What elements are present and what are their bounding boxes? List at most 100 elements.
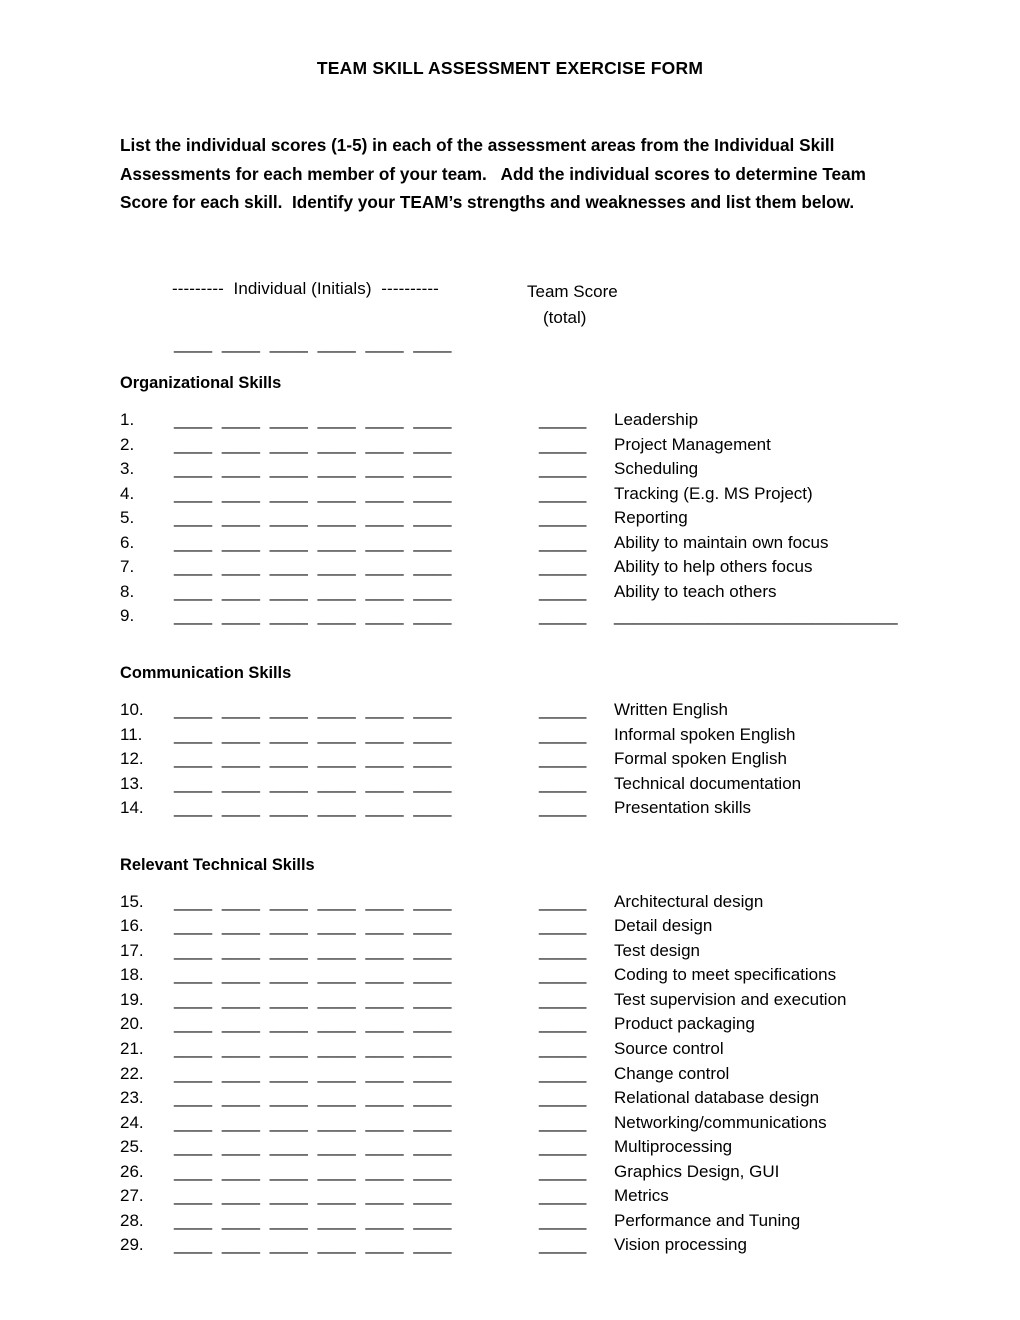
skill-row: 3. ____ ____ ____ ____ ____ ____ _____ Sche… (0, 459, 1020, 484)
skill-label: Change control (614, 1063, 730, 1083)
team-score-blank[interactable]: _____ (539, 1039, 586, 1059)
row-number: 3. (120, 459, 135, 479)
team-score-blank[interactable]: _____ (539, 1014, 586, 1034)
initials-entry-blanks[interactable]: ____ ____ ____ ____ ____ ____ (174, 334, 452, 354)
skill-label: Presentation skills (614, 798, 752, 818)
individual-score-blanks[interactable]: ____ ____ ____ ____ ____ ____ (174, 941, 452, 961)
individual-score-blanks[interactable]: ____ ____ ____ ____ ____ ____ (174, 1162, 452, 1182)
individual-score-blanks[interactable]: ____ ____ ____ ____ ____ ____ (174, 410, 452, 430)
skill-label: Technical documentation (614, 773, 802, 793)
row-number: 8. (120, 581, 135, 601)
individual-score-blanks[interactable]: ____ ____ ____ ____ ____ ____ (174, 1064, 452, 1084)
team-score-blank[interactable]: _____ (539, 774, 586, 794)
individual-score-blanks[interactable]: ____ ____ ____ ____ ____ ____ (174, 965, 452, 985)
team-score-blank[interactable]: _____ (539, 941, 586, 961)
individual-score-blanks[interactable]: ____ ____ ____ ____ ____ ____ (174, 557, 452, 577)
skill-label: Ability to help others focus (614, 557, 813, 577)
individual-score-blanks[interactable]: ____ ____ ____ ____ ____ ____ (174, 916, 452, 936)
team-score-blank[interactable]: _____ (539, 484, 586, 504)
team-score-blank[interactable]: _____ (539, 700, 586, 720)
individual-score-blanks[interactable]: ____ ____ ____ ____ ____ ____ (174, 700, 452, 720)
individual-score-blanks[interactable]: ____ ____ ____ ____ ____ ____ (174, 1235, 452, 1255)
individual-score-blanks[interactable]: ____ ____ ____ ____ ____ ____ (174, 582, 452, 602)
team-score-blank[interactable]: _____ (539, 1137, 586, 1157)
team-score-blank[interactable]: _____ (539, 1064, 586, 1084)
team-score-blank[interactable]: _____ (539, 508, 586, 528)
row-number: 10. (120, 699, 144, 719)
team-score-blank[interactable]: _____ (539, 1186, 586, 1206)
skill-row: 24. ____ ____ ____ ____ ____ ____ _____ Net… (0, 1113, 1020, 1138)
individual-score-blanks[interactable]: ____ ____ ____ ____ ____ ____ (174, 1113, 452, 1133)
team-score-blank[interactable]: _____ (539, 990, 586, 1010)
individual-score-blanks[interactable]: ____ ____ ____ ____ ____ ____ (174, 1088, 452, 1108)
individual-score-blanks[interactable]: ____ ____ ____ ____ ____ ____ (174, 533, 452, 553)
individual-score-blanks[interactable]: ____ ____ ____ ____ ____ ____ (174, 892, 452, 912)
individual-score-blanks[interactable]: ____ ____ ____ ____ ____ ____ (174, 774, 452, 794)
team-score-blank[interactable]: _____ (539, 410, 586, 430)
skill-row: 4. ____ ____ ____ ____ ____ ____ _____ Trac… (0, 484, 1020, 509)
team-score-blank[interactable]: _____ (539, 1088, 586, 1108)
individual-score-blanks[interactable]: ____ ____ ____ ____ ____ ____ (174, 725, 452, 745)
row-number: 12. (120, 749, 144, 769)
individual-score-blanks[interactable]: ____ ____ ____ ____ ____ ____ (174, 1137, 452, 1157)
row-number: 21. (120, 1039, 144, 1058)
individual-score-blanks[interactable]: ____ ____ ____ ____ ____ ____ (174, 990, 452, 1010)
skill-label: Ability to maintain own focus (614, 532, 829, 552)
skill-row: 19. ____ ____ ____ ____ ____ ____ _____ Tes… (0, 990, 1020, 1015)
team-score-blank[interactable]: _____ (539, 798, 586, 818)
row-number: 16. (120, 916, 144, 936)
skill-label: Architectural design (614, 891, 764, 911)
individual-score-blanks[interactable]: ____ ____ ____ ____ ____ ____ (174, 435, 452, 455)
individual-score-blanks[interactable]: ____ ____ ____ ____ ____ ____ (174, 749, 452, 769)
skill-row: 5. ____ ____ ____ ____ ____ ____ _____ Repo… (0, 508, 1020, 533)
row-number: 9. (120, 606, 135, 626)
team-score-header-line2: (total) (543, 308, 587, 327)
skill-row: 7. ____ ____ ____ ____ ____ ____ _____ Abil… (0, 557, 1020, 582)
row-number: 23. (120, 1088, 144, 1108)
skill-row: 10. ____ ____ ____ ____ ____ ____ _____ Wri… (0, 700, 1020, 725)
team-score-blank[interactable]: _____ (539, 606, 586, 626)
skill-row: 12. ____ ____ ____ ____ ____ ____ _____ For… (0, 749, 1020, 774)
row-number: 4. (120, 483, 135, 503)
team-score-blank[interactable]: _____ (539, 459, 586, 479)
team-score-blank[interactable]: _____ (539, 582, 586, 602)
individual-score-blanks[interactable]: ____ ____ ____ ____ ____ ____ (174, 1014, 452, 1034)
document-page: TEAM SKILL ASSESSMENT EXERCISE FORM List… (0, 0, 1020, 1320)
skill-row: 20. ____ ____ ____ ____ ____ ____ _____ Pro… (0, 1014, 1020, 1039)
team-score-blank[interactable]: _____ (539, 1162, 586, 1182)
skill-label: Ability to teach others (614, 581, 777, 601)
team-score-blank[interactable]: _____ (539, 749, 586, 769)
individual-score-blanks[interactable]: ____ ____ ____ ____ ____ ____ (174, 1039, 452, 1059)
skill-row: 25. ____ ____ ____ ____ ____ ____ _____ Mul… (0, 1137, 1020, 1162)
row-number: 28. (120, 1210, 144, 1230)
team-score-blank[interactable]: _____ (539, 1211, 586, 1231)
individual-score-blanks[interactable]: ____ ____ ____ ____ ____ ____ (174, 1186, 452, 1206)
row-number: 18. (120, 965, 144, 985)
team-score-blank[interactable]: _____ (539, 916, 586, 936)
skill-label: Graphics Design, GUI (614, 1161, 780, 1181)
team-score-blank[interactable]: _____ (539, 533, 586, 553)
skill-label: Relational database design (614, 1088, 820, 1108)
team-score-blank[interactable]: _____ (539, 1235, 586, 1255)
section-heading-1: Organizational Skills (120, 374, 282, 392)
skill-row: 23. ____ ____ ____ ____ ____ ____ _____ Rel… (0, 1088, 1020, 1113)
skill-label: Networking/communications (614, 1112, 827, 1132)
skill-label-write-in-blank[interactable]: ______________________________ (614, 606, 898, 626)
team-score-blank[interactable]: _____ (539, 1113, 586, 1133)
individual-score-blanks[interactable]: ____ ____ ____ ____ ____ ____ (174, 606, 452, 626)
individual-score-blanks[interactable]: ____ ____ ____ ____ ____ ____ (174, 1211, 452, 1231)
row-number: 7. (120, 557, 135, 577)
individual-score-blanks[interactable]: ____ ____ ____ ____ ____ ____ (174, 484, 452, 504)
individual-score-blanks[interactable]: ____ ____ ____ ____ ____ ____ (174, 459, 452, 479)
team-score-blank[interactable]: _____ (539, 725, 586, 745)
skill-label: Informal spoken English (614, 724, 796, 744)
individual-score-blanks[interactable]: ____ ____ ____ ____ ____ ____ (174, 798, 452, 818)
team-score-blank[interactable]: _____ (539, 557, 586, 577)
individual-initials-header: --------- Individual (Initials) --------… (172, 279, 439, 298)
team-score-header-line1: Team Score (527, 282, 618, 301)
team-score-blank[interactable]: _____ (539, 892, 586, 912)
team-score-blank[interactable]: _____ (539, 435, 586, 455)
team-score-blank[interactable]: _____ (539, 965, 586, 985)
section-heading-3: Relevant Technical Skills (120, 855, 315, 874)
individual-score-blanks[interactable]: ____ ____ ____ ____ ____ ____ (174, 508, 452, 528)
